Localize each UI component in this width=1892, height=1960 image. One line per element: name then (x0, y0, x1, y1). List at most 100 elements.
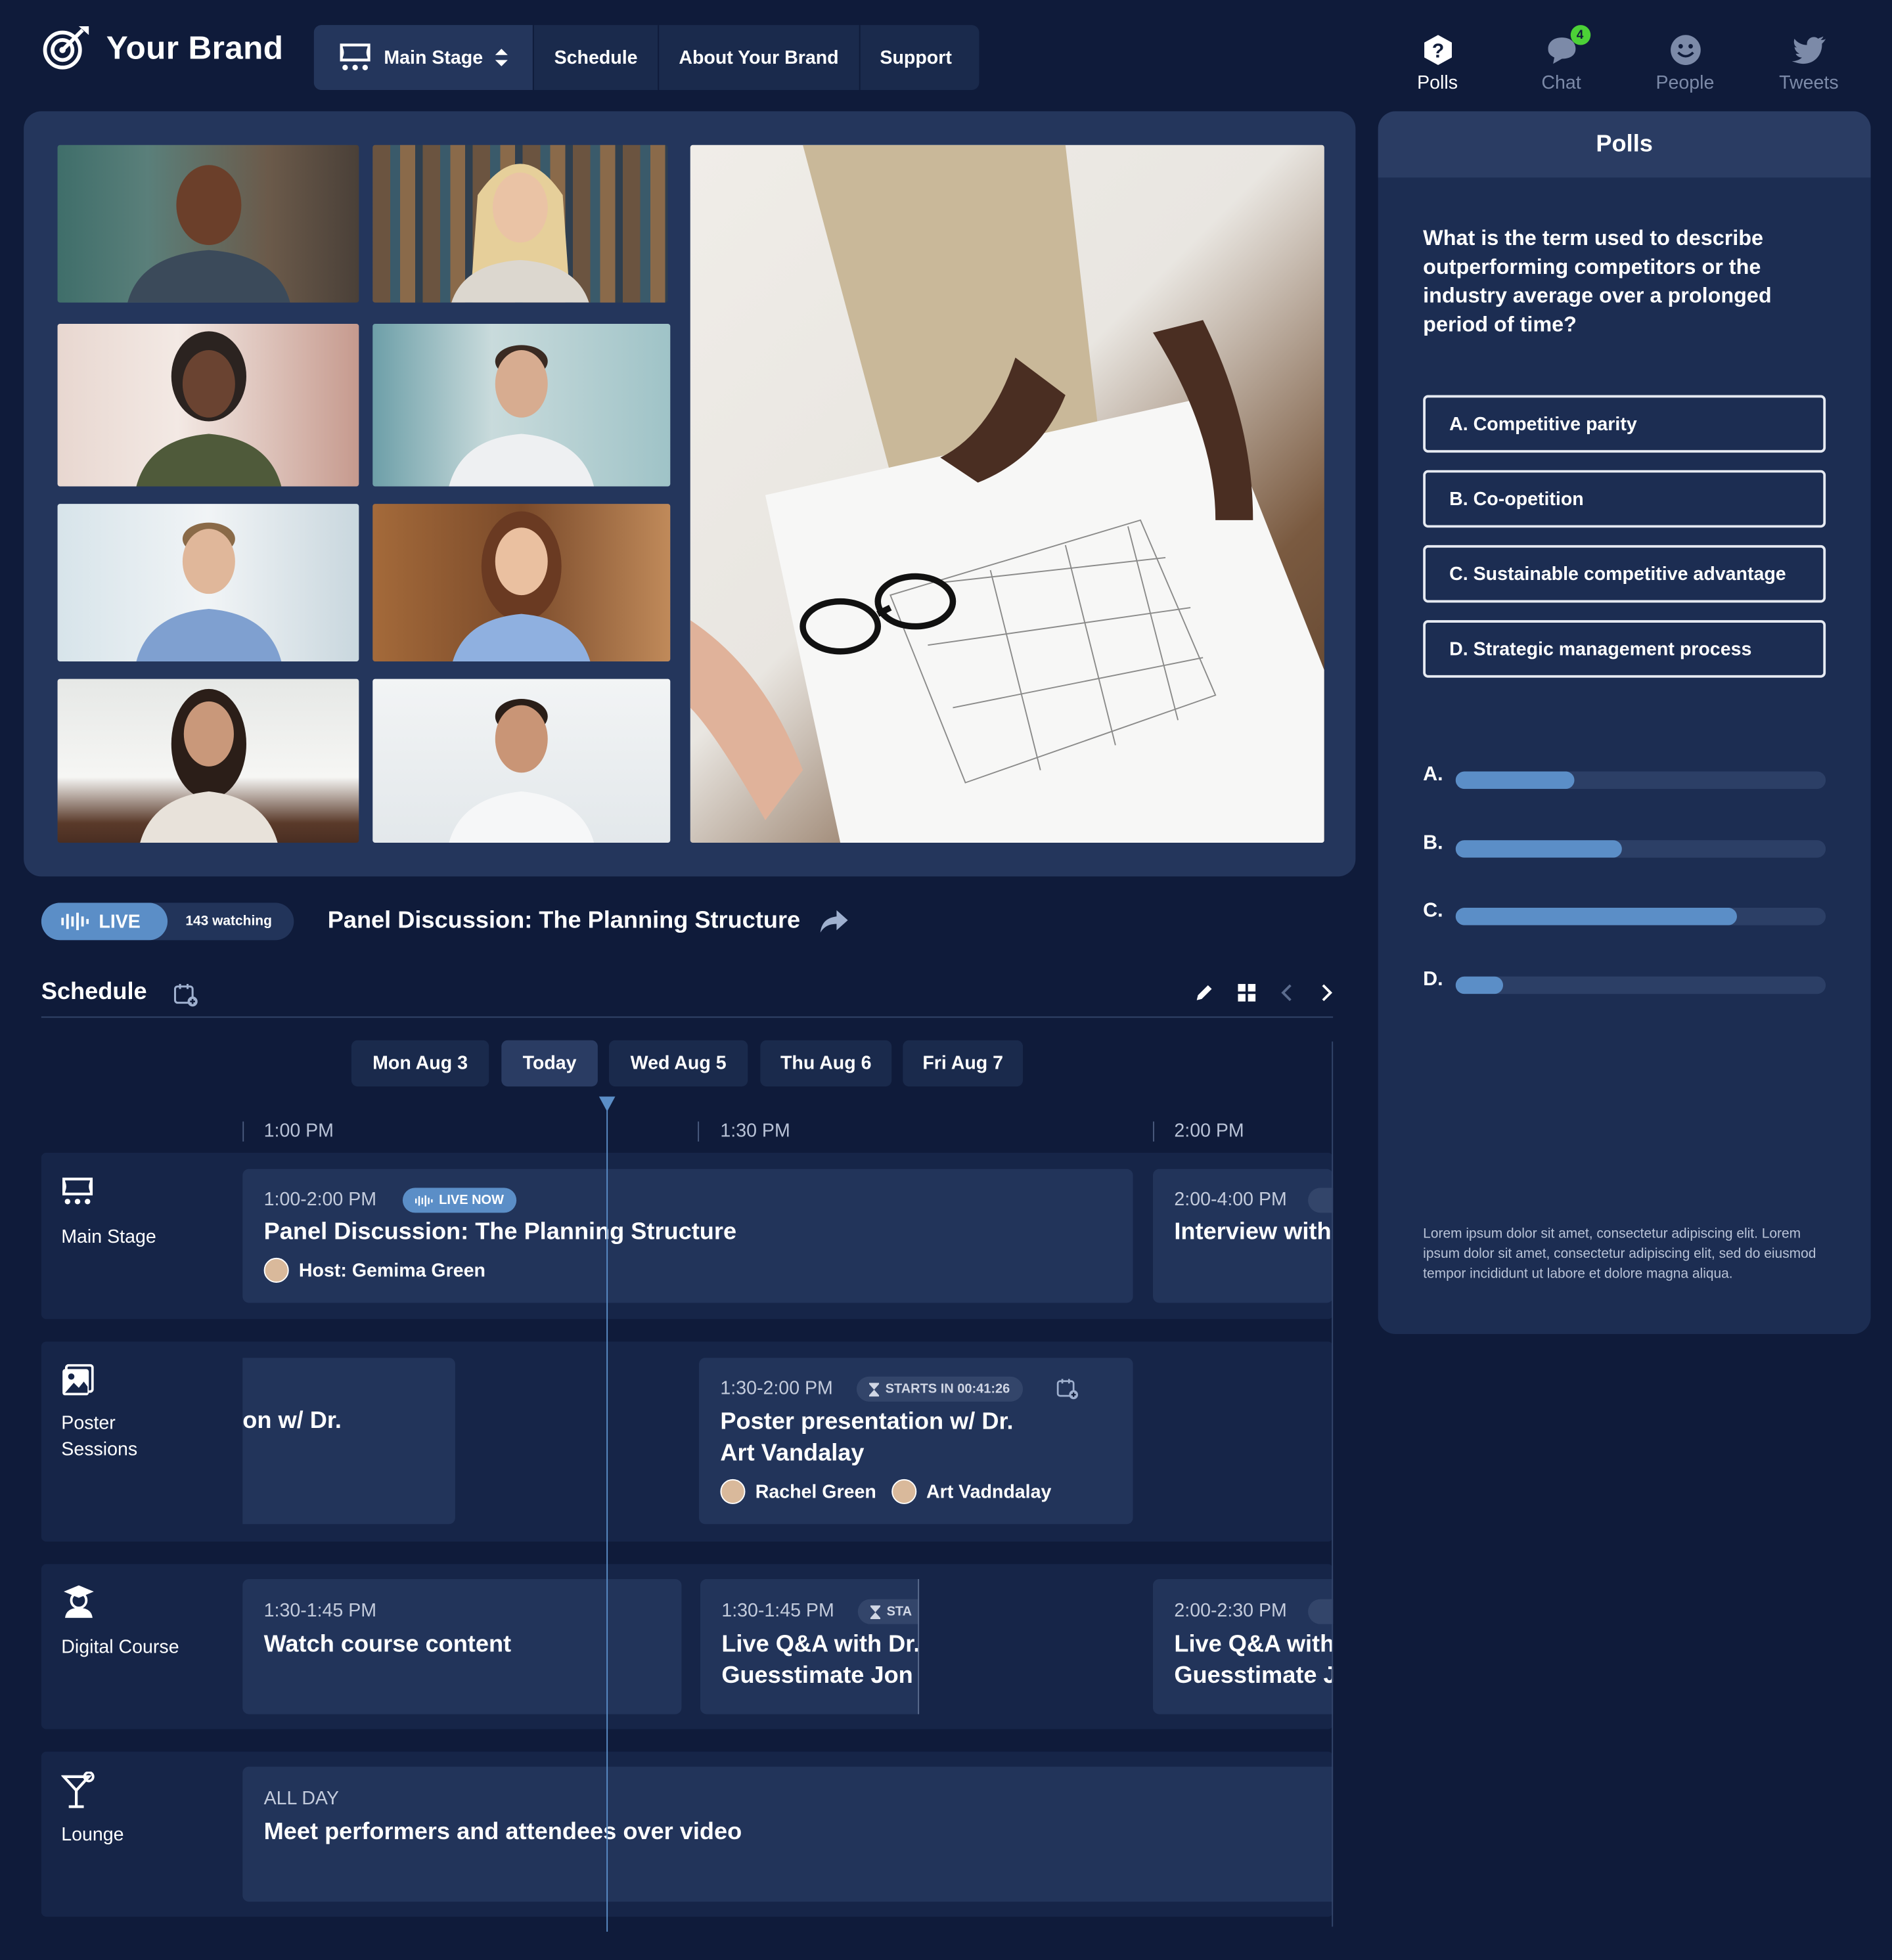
grid-icon[interactable] (1237, 983, 1257, 1002)
session-title-text: Panel Discussion: The Planning Structure (327, 907, 801, 934)
event-time: 1:00-2:00 PM (263, 1189, 377, 1211)
event-card[interactable]: 1:30-2:00 PM STARTS IN 00:41:26 Poster p… (699, 1358, 1133, 1525)
starts-in-badge: STA (857, 1599, 920, 1624)
event-name: Live Q&A with (1174, 1632, 1334, 1659)
time-tick (242, 1121, 244, 1142)
event-card[interactable]: on w/ Dr. (242, 1358, 455, 1525)
poll-option[interactable]: A. Competitive parity (1423, 395, 1826, 453)
twitter-icon (1791, 36, 1826, 64)
time-tick (698, 1121, 700, 1142)
starts-in-label: STA (886, 1604, 912, 1620)
live-indicator: LIVE 143 watching (41, 902, 295, 941)
calendar-add-icon[interactable] (1056, 1378, 1079, 1400)
poll-option[interactable]: C. Sustainable competitive advantage (1423, 545, 1826, 603)
participant-video[interactable] (372, 504, 671, 661)
tab-chat[interactable]: 4 Chat (1499, 25, 1623, 94)
participant-video[interactable] (372, 324, 671, 487)
participant-video[interactable] (57, 679, 359, 843)
edit-icon[interactable] (1194, 983, 1214, 1002)
chevron-left-icon[interactable] (1279, 983, 1294, 1002)
brand-name: Your Brand (106, 28, 284, 66)
poll-result: A. (1423, 764, 1826, 790)
tab-chat-label: Chat (1541, 72, 1581, 94)
nav-main-stage[interactable]: Main Stage (313, 25, 533, 91)
day-button[interactable]: Fri Aug 7 (903, 1040, 1024, 1087)
tab-polls-label: Polls (1417, 72, 1458, 94)
avatar (720, 1479, 746, 1504)
day-button-today[interactable]: Today (501, 1040, 598, 1087)
event-time: 1:30-2:00 PM (720, 1377, 833, 1400)
hourglass-icon (868, 1382, 880, 1396)
schedule-header: Schedule (41, 979, 1334, 1018)
status-badge (1308, 1188, 1334, 1213)
day-button[interactable]: Thu Aug 6 (760, 1040, 892, 1087)
target-icon (43, 26, 89, 70)
participant-video[interactable] (372, 679, 671, 843)
day-button[interactable]: Wed Aug 5 (609, 1040, 748, 1087)
live-now-label: LIVE NOW (439, 1192, 504, 1208)
stage-icon (62, 1177, 93, 1205)
starts-in-badge: STARTS IN 00:41:26 (856, 1376, 1023, 1402)
svg-text:?: ? (1431, 40, 1444, 62)
row-label: Poster Sessions (61, 1412, 138, 1461)
event-card[interactable]: ALL DAY Meet performers and attendees ov… (242, 1766, 1334, 1902)
nav-about[interactable]: About Your Brand (658, 25, 859, 91)
event-card[interactable]: 1:00-2:00 PM LIVE NOW Panel Discussion: … (242, 1169, 1133, 1303)
cocktail-icon (61, 1771, 95, 1808)
tab-tweets[interactable]: Tweets (1747, 32, 1870, 94)
schedule-row-lounge: Lounge ALL DAY Meet performers and atten… (41, 1751, 1334, 1917)
event-card[interactable]: 2:00-4:00 PM Interview with (1153, 1169, 1334, 1303)
status-badge (1308, 1599, 1334, 1624)
event-card[interactable]: 2:00-2:30 PM Live Q&A with Guesstimate J (1153, 1579, 1334, 1714)
waveform-icon (61, 912, 89, 931)
poll-question: What is the term used to describe outper… (1423, 226, 1772, 337)
sort-icon (495, 49, 508, 66)
poll-result: C. (1423, 901, 1826, 925)
participant-video[interactable] (57, 324, 359, 487)
day-button[interactable]: Mon Aug 3 (351, 1040, 489, 1087)
side-tabs: ? Polls 4 Chat People Tweets (1376, 25, 1871, 94)
blueprint-illustration (690, 145, 1324, 843)
live-now-badge: LIVE NOW (402, 1188, 516, 1213)
participant-video[interactable] (57, 145, 359, 303)
starts-in-label: STARTS IN 00:41:26 (885, 1381, 1010, 1397)
stage-icon (340, 43, 371, 70)
result-bar (1455, 976, 1504, 994)
poll-option[interactable]: D. Strategic management process (1423, 620, 1826, 678)
event-time: 2:00-4:00 PM (1174, 1189, 1287, 1211)
smiley-icon (1670, 35, 1700, 65)
event-name: Meet performers and attendees over video (263, 1819, 742, 1846)
event-name: Watch course content (263, 1632, 512, 1659)
event-card[interactable]: 1:30-1:45 PM STA Live Q&A with Dr. Guess… (700, 1579, 920, 1714)
result-label: D. (1423, 969, 1443, 991)
schedule-row-main-stage: Main Stage 1:00-2:00 PM LIVE NOW Panel D… (41, 1153, 1334, 1320)
question-icon: ? (1424, 35, 1452, 65)
host-name: Art Vadndalay (926, 1481, 1052, 1503)
avatar (891, 1479, 916, 1504)
image-icon (62, 1364, 94, 1396)
event-time: 1:30-1:45 PM (721, 1600, 834, 1622)
waveform-icon (415, 1194, 433, 1206)
event-host: Host: Gemima Green (263, 1257, 485, 1283)
participant-video[interactable] (372, 145, 668, 303)
result-track (1455, 976, 1826, 994)
tab-people[interactable]: People (1623, 32, 1747, 94)
nav-schedule[interactable]: Schedule (533, 25, 658, 91)
event-name: Interview with (1174, 1218, 1332, 1245)
tab-polls[interactable]: ? Polls (1376, 32, 1499, 94)
result-bar (1455, 840, 1623, 858)
nav-support[interactable]: Support (859, 25, 980, 91)
event-name: Guesstimate Jon (721, 1662, 913, 1689)
share-icon[interactable] (820, 910, 848, 933)
event-name: Guesstimate J (1174, 1662, 1334, 1689)
participant-video[interactable] (57, 504, 359, 661)
poll-option[interactable]: B. Co-opetition (1423, 470, 1826, 528)
event-name: Live Q&A with Dr. (721, 1632, 920, 1659)
tab-tweets-label: Tweets (1779, 72, 1839, 94)
brand-logo[interactable]: Your Brand (41, 25, 284, 70)
calendar-add-icon[interactable] (173, 983, 199, 1008)
chat-badge: 4 (1569, 25, 1590, 45)
event-card[interactable]: 1:30-1:45 PM Watch course content (242, 1579, 682, 1714)
featured-video[interactable] (690, 145, 1324, 843)
chevron-right-icon[interactable] (1319, 983, 1334, 1002)
